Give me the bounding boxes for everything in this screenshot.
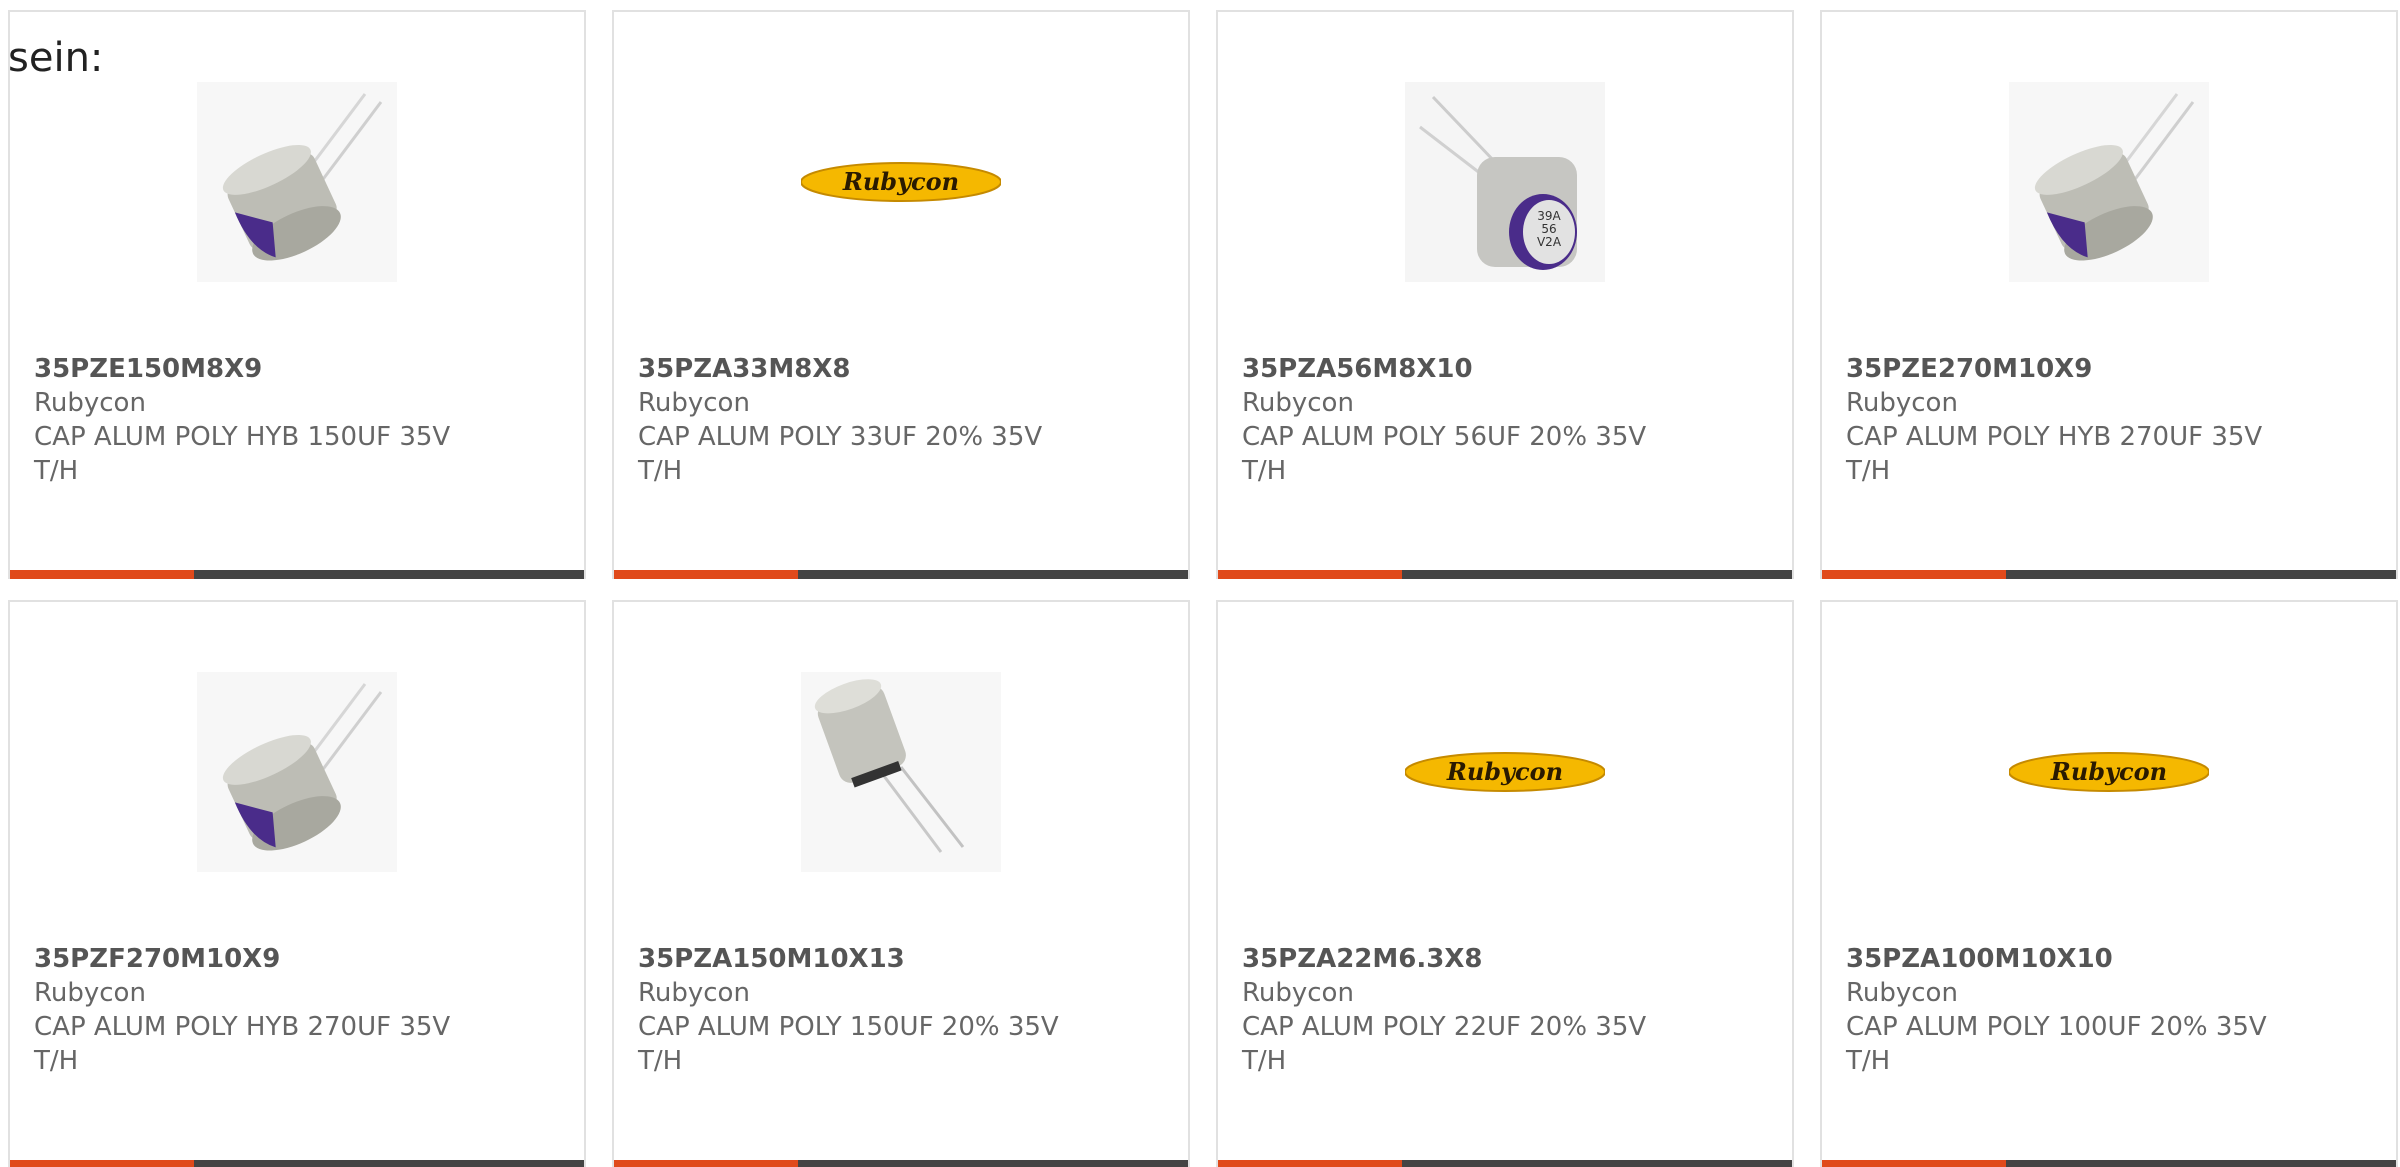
card-footer-accent [10, 1160, 194, 1167]
product-info: 35PZA33M8X8 Rubycon CAP ALUM POLY 33UF 2… [638, 352, 1078, 488]
intro-text: sein: [8, 35, 104, 81]
product-info: 35PZA150M10X13 Rubycon CAP ALUM POLY 150… [638, 942, 1078, 1078]
card-footer-bar [1822, 1160, 2396, 1167]
product-card[interactable]: Rubycon 35PZA22M6.3X8 Rubycon CAP ALUM P… [1216, 600, 1794, 1167]
brand-name: Rubycon [1846, 978, 1958, 1008]
product-grid: 35PZE150M8X9 Rubycon CAP ALUM POLY HYB 1… [8, 10, 2400, 1167]
card-footer-accent [10, 570, 194, 579]
card-footer-bar [614, 1160, 1188, 1167]
capacitor-icon [197, 672, 397, 872]
product-card[interactable]: 35PZF270M10X9 Rubycon CAP ALUM POLY HYB … [8, 600, 586, 1167]
capacitor-icon: 39A 56 V2A [1405, 82, 1605, 282]
card-footer-accent [1218, 1160, 1402, 1167]
svg-text:Rubycon: Rubycon [842, 167, 959, 196]
card-footer-bar [614, 570, 1188, 579]
product-card[interactable]: Rubycon 35PZA33M8X8 Rubycon CAP ALUM POL… [612, 10, 1190, 579]
product-description-mount: T/H [34, 456, 79, 486]
part-number-link[interactable]: 35PZA33M8X8 [638, 352, 1078, 386]
part-number-link[interactable]: 35PZA56M8X10 [1242, 352, 1682, 386]
product-card[interactable]: 39A 56 V2A 35PZA56M8X10 Rubycon CAP ALUM P… [1216, 10, 1794, 579]
capacitor-icon [801, 672, 1001, 872]
product-description: CAP ALUM POLY 56UF 20% 35V [1242, 422, 1647, 452]
svg-text:Rubycon: Rubycon [2050, 757, 2167, 786]
product-image[interactable]: Rubycon [1405, 672, 1605, 872]
brand-name: Rubycon [638, 388, 750, 418]
product-image[interactable] [197, 82, 397, 282]
product-image[interactable] [197, 672, 397, 872]
card-footer-bar [10, 1160, 584, 1167]
product-description-mount: T/H [1242, 456, 1287, 486]
part-number-link[interactable]: 35PZE150M8X9 [34, 352, 474, 386]
product-image[interactable]: 39A 56 V2A [1405, 82, 1605, 282]
product-description: CAP ALUM POLY 150UF 20% 35V [638, 1012, 1059, 1042]
product-image[interactable] [2009, 82, 2209, 282]
product-info: 35PZE270M10X9 Rubycon CAP ALUM POLY HYB … [1846, 352, 2286, 488]
card-footer-accent [1218, 570, 1402, 579]
part-number-link[interactable]: 35PZF270M10X9 [34, 942, 474, 976]
product-card[interactable]: 35PZE270M10X9 Rubycon CAP ALUM POLY HYB … [1820, 10, 2398, 579]
brand-name: Rubycon [34, 388, 146, 418]
product-description-mount: T/H [34, 1046, 79, 1076]
rubycon-logo: Rubycon [2009, 752, 2209, 792]
page: sein: 35PZE150M8X9 Rubycon CAP ALUM POLY… [0, 0, 2400, 1167]
product-image[interactable] [801, 672, 1001, 872]
product-card[interactable]: 35PZA150M10X13 Rubycon CAP ALUM POLY 150… [612, 600, 1190, 1167]
card-footer-bar [1218, 570, 1792, 579]
capacitor-icon [2009, 82, 2209, 282]
card-footer-bar [1822, 570, 2396, 579]
product-info: 35PZA56M8X10 Rubycon CAP ALUM POLY 56UF … [1242, 352, 1682, 488]
card-footer-bar [1218, 1160, 1792, 1167]
card-footer-accent [1822, 1160, 2006, 1167]
product-description-mount: T/H [1846, 456, 1891, 486]
card-footer-accent [1822, 570, 2006, 579]
product-image[interactable]: Rubycon [801, 82, 1001, 282]
product-description: CAP ALUM POLY HYB 150UF 35V [34, 422, 451, 452]
rubycon-logo: Rubycon [1405, 752, 1605, 792]
product-description-mount: T/H [638, 1046, 683, 1076]
product-info: 35PZF270M10X9 Rubycon CAP ALUM POLY HYB … [34, 942, 474, 1078]
product-description-mount: T/H [1846, 1046, 1891, 1076]
part-number-link[interactable]: 35PZA150M10X13 [638, 942, 1078, 976]
svg-text:Rubycon: Rubycon [1446, 757, 1563, 786]
product-description-mount: T/H [1242, 1046, 1287, 1076]
brand-name: Rubycon [34, 978, 146, 1008]
product-info: 35PZA100M10X10 Rubycon CAP ALUM POLY 100… [1846, 942, 2286, 1078]
card-footer-bar [10, 570, 584, 579]
product-description: CAP ALUM POLY 100UF 20% 35V [1846, 1012, 2267, 1042]
product-card[interactable]: 35PZE150M8X9 Rubycon CAP ALUM POLY HYB 1… [8, 10, 586, 579]
card-footer-accent [614, 1160, 798, 1167]
brand-name: Rubycon [1846, 388, 1958, 418]
card-footer-accent [614, 570, 798, 579]
product-description-mount: T/H [638, 456, 683, 486]
product-description: CAP ALUM POLY HYB 270UF 35V [1846, 422, 2263, 452]
brand-name: Rubycon [1242, 388, 1354, 418]
product-image[interactable]: Rubycon [2009, 672, 2209, 872]
part-number-link[interactable]: 35PZE270M10X9 [1846, 352, 2286, 386]
part-number-link[interactable]: 35PZA100M10X10 [1846, 942, 2286, 976]
product-info: 35PZE150M8X9 Rubycon CAP ALUM POLY HYB 1… [34, 352, 474, 488]
product-description: CAP ALUM POLY 33UF 20% 35V [638, 422, 1043, 452]
product-card[interactable]: Rubycon 35PZA100M10X10 Rubycon CAP ALUM … [1820, 600, 2398, 1167]
brand-name: Rubycon [638, 978, 750, 1008]
product-description: CAP ALUM POLY 22UF 20% 35V [1242, 1012, 1647, 1042]
brand-name: Rubycon [1242, 978, 1354, 1008]
rubycon-logo: Rubycon [801, 162, 1001, 202]
capacitor-icon [197, 82, 397, 282]
product-description: CAP ALUM POLY HYB 270UF 35V [34, 1012, 451, 1042]
part-number-link[interactable]: 35PZA22M6.3X8 [1242, 942, 1682, 976]
product-info: 35PZA22M6.3X8 Rubycon CAP ALUM POLY 22UF… [1242, 942, 1682, 1078]
